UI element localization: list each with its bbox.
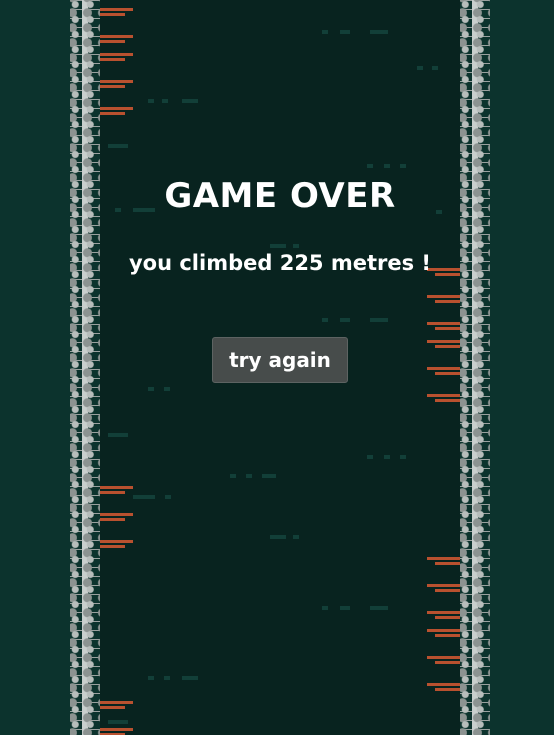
game-canvas: GAME OVER you climbed 225 metres ! try a… bbox=[0, 0, 554, 735]
score-message: you climbed 225 metres ! bbox=[128, 251, 432, 275]
game-over-overlay: GAME OVER you climbed 225 metres ! try a… bbox=[0, 0, 554, 735]
try-again-button[interactable]: try again bbox=[212, 337, 348, 383]
game-over-title: GAME OVER bbox=[164, 176, 396, 216]
